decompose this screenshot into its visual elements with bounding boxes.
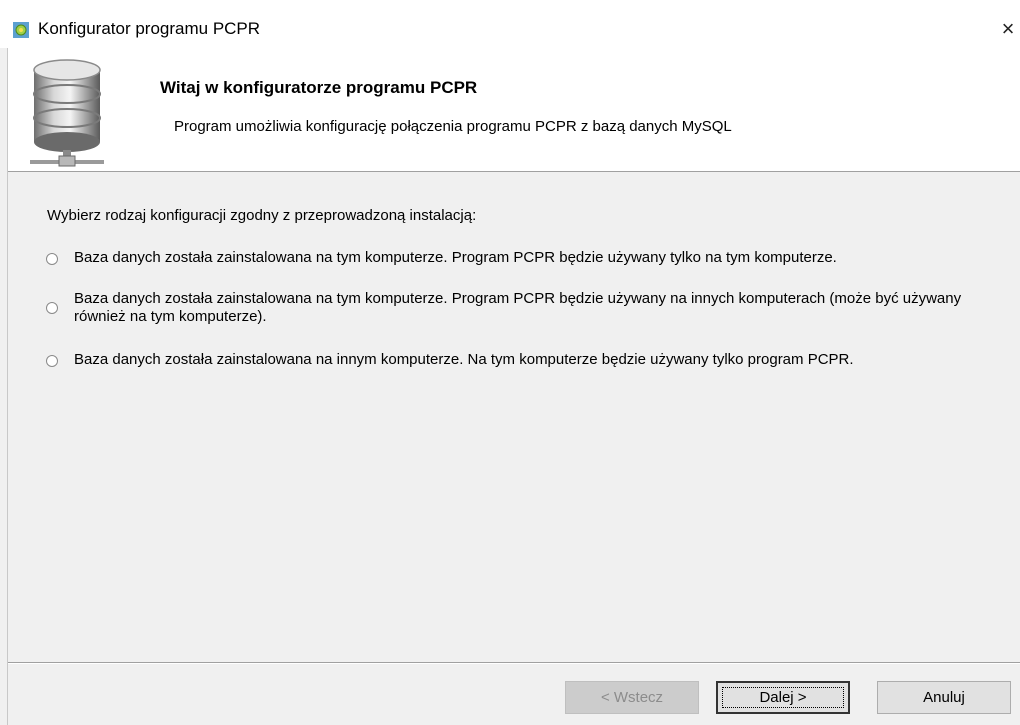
gear-app-icon [13, 22, 29, 38]
option-local-shared[interactable]: Baza danych została zainstalowana na tym… [46, 290, 984, 326]
close-button[interactable]: × [996, 14, 1020, 44]
header-title: Witaj w konfiguratorze programu PCPR [160, 78, 478, 97]
option-remote[interactable]: Baza danych została zainstalowana na inn… [46, 351, 984, 369]
option-label[interactable]: Baza danych została zainstalowana na tym… [74, 290, 984, 326]
configuration-prompt: Wybierz rodzaj konfiguracji zgodny z prz… [47, 207, 477, 224]
window-title: Konfigurator programu PCPR [38, 19, 261, 38]
cancel-button[interactable]: Anuluj [877, 681, 1011, 714]
radio-button[interactable] [46, 302, 58, 314]
radio-button[interactable] [46, 253, 58, 265]
focus-rectangle [722, 687, 844, 708]
back-button[interactable]: < Wstecz [565, 681, 699, 714]
database-network-icon [30, 59, 104, 167]
radio-button[interactable] [46, 355, 58, 367]
configurator-window: Konfigurator programu PCPR × Witaj w kon… [0, 0, 1020, 725]
wizard-header: Witaj w konfiguratorze programu PCPR Pro… [8, 48, 1020, 172]
header-subtitle: Program umożliwia konfigurację połączeni… [174, 118, 732, 135]
option-label[interactable]: Baza danych została zainstalowana na tym… [74, 249, 984, 267]
option-local-only[interactable]: Baza danych została zainstalowana na tym… [46, 249, 984, 267]
footer-divider-highlight [8, 663, 1020, 664]
option-label[interactable]: Baza danych została zainstalowana na inn… [74, 351, 984, 369]
title-bar: Konfigurator programu PCPR × [0, 0, 1020, 48]
next-button[interactable]: Dalej > [716, 681, 850, 714]
